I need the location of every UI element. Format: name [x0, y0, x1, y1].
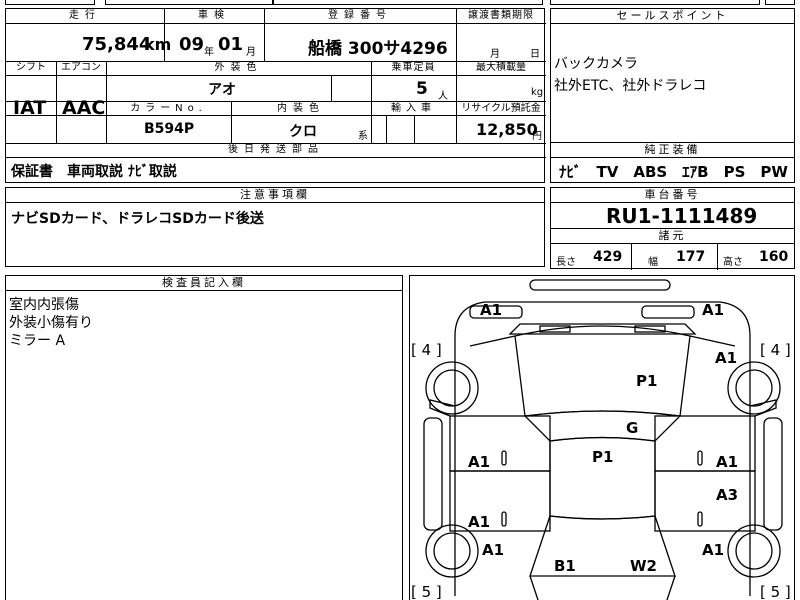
tire-rear-right: [ 5 ] [760, 583, 791, 600]
sales-point-box: セールスポイント バックカメラ 社外ETC、社外ドラレコ [550, 8, 795, 143]
length-value: 429 [593, 249, 623, 265]
inspector-line3: ミラー A [9, 333, 66, 349]
plate-value: 船橋 300サ4296 [308, 39, 448, 59]
equipment-label: 純正装備 [551, 143, 794, 158]
mark-front-door-right: A1 [716, 453, 739, 471]
aircon-value: AAC [62, 97, 106, 119]
chassis-box: 車台番号 RU1-1111489 [550, 187, 795, 229]
vehicle-info-grid: 走行 車検 登録番号 譲渡書類期限 75,844 km 09 年 01 月 船橋… [5, 8, 546, 183]
car-outline-diagram [423, 279, 783, 600]
mark-rear-door-left: A1 [468, 513, 491, 531]
plate-label: 登録番号 [328, 10, 392, 21]
inspector-box: 検査員記入欄 室内内張傷 外装小傷有り ミラー A [5, 275, 403, 600]
chassis-value: RU1-1111489 [606, 204, 758, 228]
color-no-value: B594P [144, 121, 195, 137]
mark-roof: P1 [592, 448, 614, 466]
sales-point-label: セールスポイント [551, 9, 794, 24]
aircon-label: エアコン [61, 62, 101, 73]
mark-windshield: G [626, 419, 639, 437]
car-diagram: A1 A1 A1 P1 G P1 A1 A1 A1 A3 A1 A1 B1 W2… [409, 275, 795, 600]
mark-rear-left: B1 [554, 557, 576, 575]
max-load-label: 最大積載量 [476, 62, 526, 73]
shift-value: IAT [13, 97, 47, 119]
mark-rear-fender-left: A1 [482, 541, 505, 559]
int-color-label: 内装色 [277, 103, 325, 114]
inspection-year: 09 [179, 34, 205, 55]
inspection-year-unit: 年 [204, 47, 214, 58]
inspector-label: 検査員記入欄 [6, 276, 402, 291]
capacity-label: 乗車定員 [391, 62, 436, 73]
transfer-month-unit: 月 [490, 49, 500, 60]
shift-label: シフト [16, 62, 46, 73]
sales-point-line1: バックカメラ [554, 56, 638, 72]
int-color-value: クロ [289, 124, 317, 140]
chassis-label: 車台番号 [551, 188, 794, 203]
inspector-line2: 外装小傷有り [9, 315, 93, 331]
inspector-line1: 室内内張傷 [9, 297, 79, 313]
dimensions-box: 諸元 長さ 429 幅 177 高さ 160 [550, 228, 795, 270]
mark-rear-right: W2 [630, 557, 657, 575]
height-value: 160 [759, 249, 789, 265]
notes-value: ナビSDカード、ドラレコSDカード後送 [11, 211, 264, 227]
tire-front-right: [ 4 ] [760, 341, 791, 359]
width-value: 177 [676, 249, 706, 265]
color-no-label: カラーNo. [130, 103, 207, 114]
later-parts-label: 後日発送部品 [228, 144, 324, 155]
recycle-label: リサイクル預託金 [461, 103, 541, 114]
transfer-day-unit: 日 [530, 49, 540, 60]
inspection-month-unit: 月 [246, 47, 256, 58]
inspection-month: 01 [218, 34, 244, 55]
mark-front-right: A1 [702, 301, 725, 319]
equipment-box: 純正装備 ﾅﾋﾞ TV ABS ｴｱB PS PW [550, 142, 795, 183]
tire-rear-left: [ 5 ] [411, 583, 442, 600]
ext-color-label: 外装色 [214, 62, 263, 73]
mark-front-left: A1 [480, 301, 503, 319]
sales-point-line2: 社外ETC、社外ドラレコ [554, 78, 707, 94]
length-label: 長さ [556, 257, 576, 268]
mileage-unit: km [144, 35, 172, 54]
inspection-label: 車検 [198, 10, 230, 21]
tire-front-left: [ 4 ] [411, 341, 442, 359]
mark-rear-door-right: A3 [716, 486, 739, 504]
mileage-label: 走行 [69, 10, 101, 21]
transfer-label: 譲渡書類期限 [468, 10, 534, 21]
top-strip [5, 0, 795, 5]
int-color-suffix: 系 [358, 131, 368, 142]
recycle-value: 12,850 [476, 120, 538, 139]
mark-rear-fender-right: A1 [702, 541, 725, 559]
mileage-value: 75,844 [82, 34, 152, 55]
width-label: 幅 [648, 257, 658, 268]
mark-fender-right: A1 [715, 349, 738, 367]
mark-hood: P1 [636, 372, 658, 390]
mark-front-door-left: A1 [468, 453, 491, 471]
height-label: 高さ [723, 257, 743, 268]
equipment-value: ﾅﾋﾞ TV ABS ｴｱB PS PW [559, 163, 788, 181]
capacity-value: 5 [416, 79, 428, 99]
notes-label: 注意事項欄 [6, 188, 544, 203]
max-load-unit: kg [531, 87, 544, 98]
dimensions-label: 諸元 [551, 229, 794, 244]
later-parts-value: 保証書 車両取説 ﾅﾋﾞ取説 [11, 164, 177, 180]
import-label: 輸入車 [391, 103, 436, 114]
ext-color-value: アオ [208, 82, 236, 98]
capacity-unit: 人 [438, 91, 448, 102]
notes-box: 注意事項欄 ナビSDカード、ドラレコSDカード後送 [5, 187, 545, 267]
recycle-unit: 円 [532, 131, 542, 142]
